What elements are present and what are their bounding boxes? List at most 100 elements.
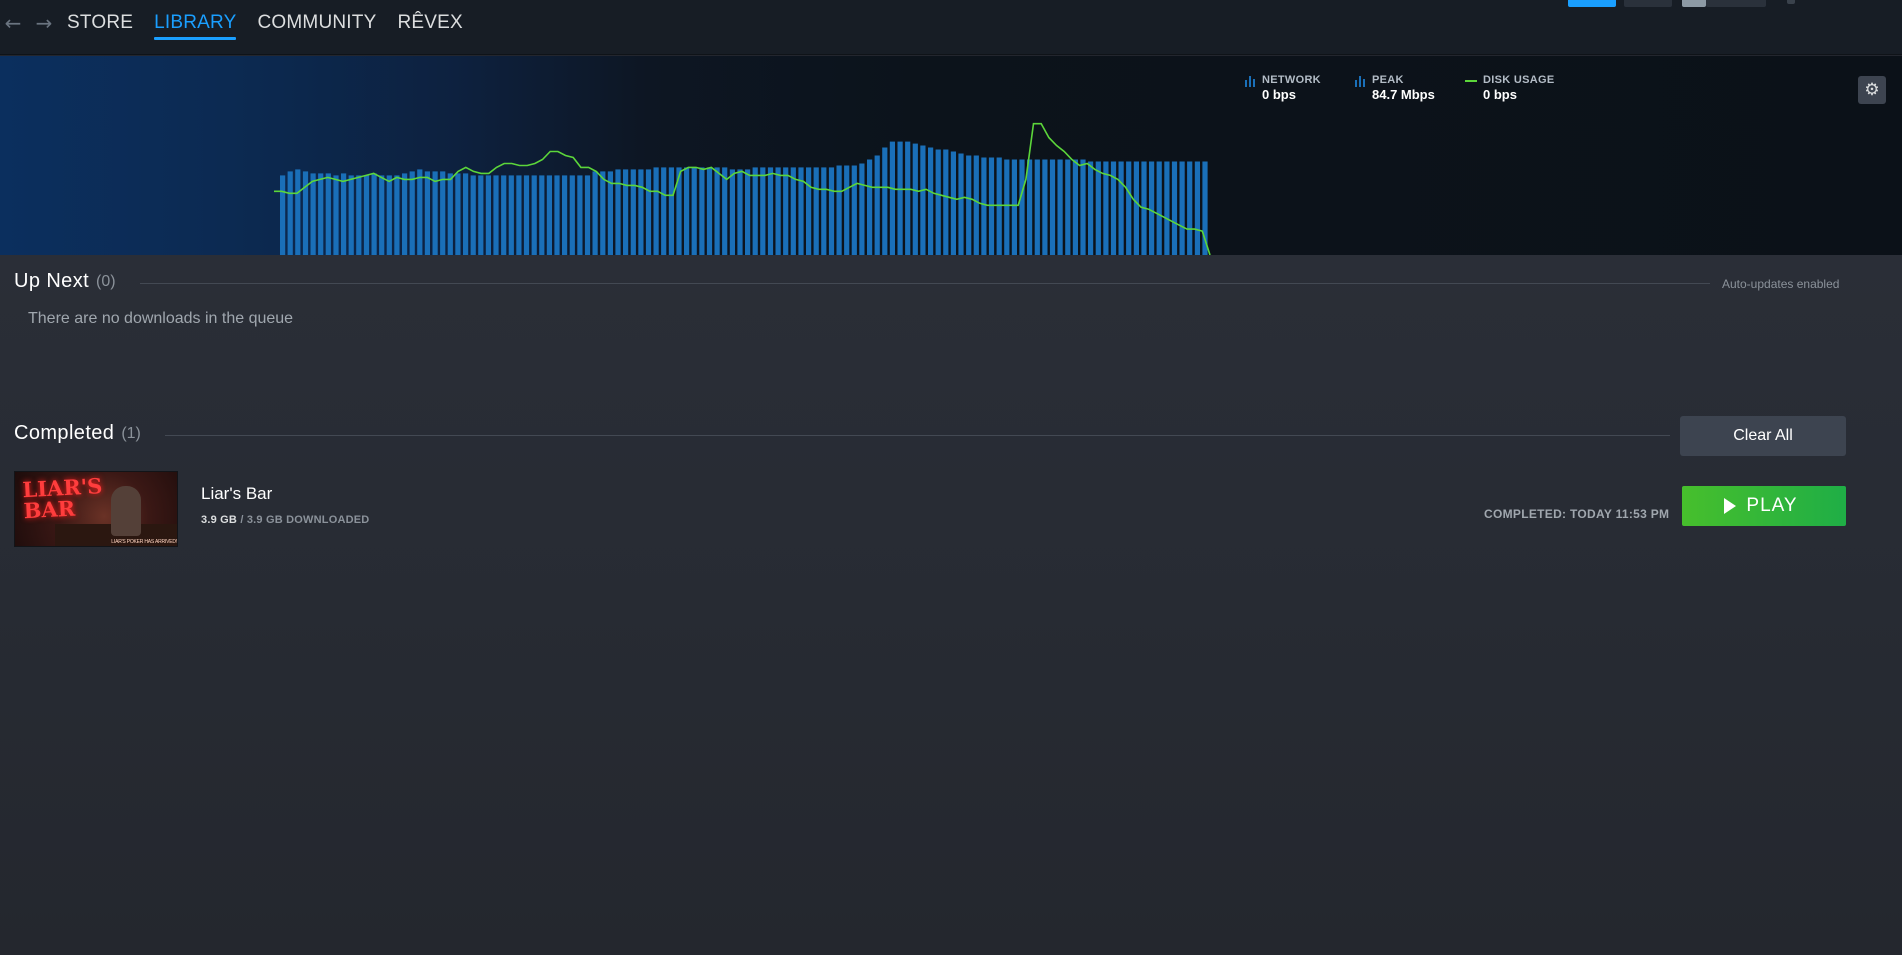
network-bar xyxy=(554,175,560,255)
download-graph xyxy=(274,122,1211,255)
network-bar xyxy=(546,175,552,255)
top-nav-bar: ← → STORE LIBRARY COMMUNITY RÊVEX xyxy=(0,0,1902,55)
network-bar xyxy=(493,175,499,255)
network-bar xyxy=(485,175,491,255)
network-bar xyxy=(882,147,888,255)
network-bar xyxy=(1019,159,1025,255)
game-title[interactable]: Liar's Bar xyxy=(201,484,272,504)
nav-tabs: STORE LIBRARY COMMUNITY RÊVEX xyxy=(67,12,484,40)
network-bar xyxy=(699,167,705,255)
network-bar xyxy=(478,175,484,255)
arrow-right-icon[interactable]: → xyxy=(33,12,55,34)
network-bar xyxy=(935,149,941,255)
network-bar xyxy=(1156,161,1162,255)
disk-value: 0 bps xyxy=(1483,87,1517,102)
network-bar xyxy=(1187,161,1193,255)
network-bar xyxy=(280,175,286,255)
network-bar xyxy=(897,141,903,255)
network-bar xyxy=(523,175,530,255)
network-bar xyxy=(287,171,293,255)
network-bar xyxy=(424,171,430,255)
network-bar xyxy=(691,167,697,255)
network-bar xyxy=(333,175,339,255)
network-bar xyxy=(402,173,408,255)
legend-network: NETWORK 0 bps xyxy=(1244,74,1321,103)
network-bar xyxy=(920,145,926,255)
tab-store[interactable]: STORE xyxy=(67,12,133,40)
empty-queue-message: There are no downloads in the queue xyxy=(28,310,294,327)
network-bar xyxy=(783,167,789,255)
clear-all-button[interactable]: Clear All xyxy=(1680,416,1846,456)
play-button[interactable]: PLAY xyxy=(1682,486,1846,526)
network-bar xyxy=(379,175,385,255)
tab-profile[interactable]: RÊVEX xyxy=(397,12,462,40)
network-bar xyxy=(341,173,347,255)
legend-peak: PEAK 84.7 Mbps xyxy=(1354,74,1435,103)
downloads-content: Up Next (0) Auto-updates enabled There a… xyxy=(0,255,1902,955)
network-bar xyxy=(760,167,766,255)
network-bar xyxy=(905,141,911,255)
network-bar xyxy=(539,175,545,255)
tab-library[interactable]: LIBRARY xyxy=(154,12,237,40)
network-bar xyxy=(943,149,949,255)
network-bar xyxy=(562,175,568,255)
network-bar xyxy=(447,173,453,255)
network-bar xyxy=(775,167,781,255)
network-bar xyxy=(394,175,400,255)
network-label: NETWORK xyxy=(1262,74,1321,86)
network-bar xyxy=(836,165,842,255)
network-bar xyxy=(806,167,812,255)
network-bar xyxy=(722,167,728,255)
divider xyxy=(165,435,1670,436)
arrow-left-icon[interactable]: ← xyxy=(2,12,24,34)
network-bar xyxy=(1042,159,1048,255)
network-bar xyxy=(310,173,316,255)
window-control[interactable] xyxy=(1787,0,1795,4)
network-bar xyxy=(1049,159,1056,255)
network-bar xyxy=(684,167,690,255)
avatar[interactable] xyxy=(1682,0,1706,7)
network-bar xyxy=(1149,161,1155,255)
tab-community[interactable]: COMMUNITY xyxy=(257,12,376,40)
play-icon xyxy=(1724,498,1737,514)
up-next-header: Up Next (0) xyxy=(14,270,116,293)
network-bar xyxy=(737,169,743,255)
network-bar xyxy=(767,167,774,255)
friends-button[interactable] xyxy=(1624,0,1672,7)
network-bar xyxy=(1179,161,1185,255)
peak-value: 84.7 Mbps xyxy=(1372,87,1435,102)
network-bar xyxy=(302,171,309,255)
network-bar xyxy=(928,147,934,255)
up-next-title: Up Next xyxy=(14,270,90,292)
network-bar xyxy=(356,175,362,255)
disk-label: DISK USAGE xyxy=(1483,74,1555,86)
download-item: LIAR'S BAR LIAR'S POKER HAS ARRIVED! Lia… xyxy=(14,471,1846,549)
up-next-count: (0) xyxy=(96,272,116,290)
bar-chart-icon xyxy=(1355,76,1365,87)
network-bar xyxy=(470,175,476,255)
network-bar xyxy=(508,175,514,255)
line-icon xyxy=(1465,80,1477,82)
gear-icon[interactable]: ⚙ xyxy=(1858,76,1886,104)
network-bar xyxy=(867,159,873,255)
network-bar xyxy=(653,167,659,255)
network-bar xyxy=(1088,161,1094,255)
game-thumbnail[interactable]: LIAR'S BAR LIAR'S POKER HAS ARRIVED! xyxy=(14,471,178,547)
network-bar xyxy=(363,175,370,255)
download-size: 3.9 GB / 3.9 GB DOWNLOADED xyxy=(201,514,369,526)
network-bar xyxy=(501,175,507,255)
network-bar xyxy=(455,173,461,255)
network-bar xyxy=(386,175,392,255)
network-bar xyxy=(1011,159,1017,255)
network-bar xyxy=(409,171,415,255)
network-bar xyxy=(623,169,629,255)
download-graph-panel: NETWORK 0 bps PEAK 84.7 Mbps DISK USAGE … xyxy=(0,56,1902,255)
network-bar xyxy=(966,155,972,255)
network-bar xyxy=(325,173,331,255)
network-bar xyxy=(851,165,857,255)
auto-updates-status: Auto-updates enabled xyxy=(1722,277,1840,291)
notification-button[interactable] xyxy=(1568,0,1616,7)
network-bar xyxy=(745,169,751,255)
account-menu[interactable] xyxy=(1706,0,1766,7)
network-bar xyxy=(417,169,423,255)
